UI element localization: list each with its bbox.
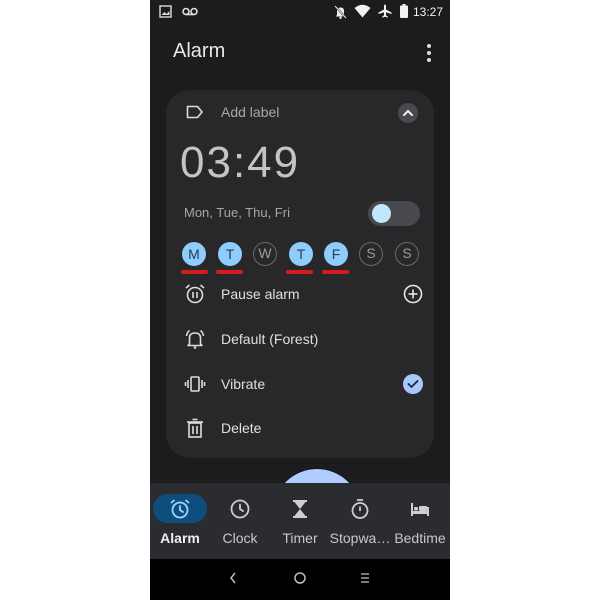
delete-label: Delete	[221, 420, 262, 436]
tab-stopwatch[interactable]: Stopwa…	[330, 493, 390, 553]
toggle-knob	[372, 204, 391, 223]
hourglass-icon	[293, 500, 307, 518]
alarm-icon	[170, 499, 190, 519]
alarm-card[interactable]: Add label 03:49 Mon, Tue, Thu, Fri M T W…	[166, 90, 434, 558]
day-friday[interactable]: F	[324, 242, 348, 266]
tab-alarm[interactable]: Alarm	[150, 493, 210, 553]
vibrate-option[interactable]: Vibrate	[184, 372, 424, 396]
annotation-underline-friday	[322, 270, 349, 274]
delete-option[interactable]: Delete	[184, 416, 424, 440]
bed-icon	[411, 503, 429, 516]
alarm-time[interactable]: 03:49	[180, 138, 300, 188]
annotation-underline-monday	[181, 270, 208, 274]
day-thursday[interactable]: T	[289, 242, 313, 266]
collapse-button[interactable]	[398, 103, 418, 123]
home-icon[interactable]	[293, 571, 307, 585]
add-circle-icon[interactable]	[402, 283, 424, 305]
annotation-underline-tuesday	[216, 270, 243, 274]
page-title: Alarm	[173, 40, 226, 62]
recents-icon[interactable]	[359, 571, 371, 585]
back-icon[interactable]	[228, 571, 238, 585]
label-placeholder: Add label	[221, 104, 280, 120]
chevron-up-icon	[403, 109, 413, 116]
wifi-icon	[354, 4, 371, 18]
repeat-summary: Mon, Tue, Thu, Fri	[184, 205, 290, 220]
add-label-button[interactable]: Add label	[186, 102, 416, 124]
pause-alarm-label: Pause alarm	[221, 286, 300, 302]
phone-screen: 13:27 Alarm Add label 03:49 Mon, Tue, Th…	[150, 0, 450, 600]
trash-icon	[187, 418, 203, 438]
vibrate-label: Vibrate	[221, 376, 266, 392]
pause-alarm-option[interactable]: Pause alarm	[184, 282, 424, 306]
day-monday[interactable]: M	[182, 242, 206, 266]
more-options-button[interactable]	[422, 43, 436, 63]
label-icon	[186, 105, 203, 119]
battery-icon	[400, 4, 408, 18]
tab-bedtime[interactable]: Bedtime	[390, 493, 450, 553]
day-sunday[interactable]: S	[395, 242, 419, 266]
day-tuesday[interactable]: T	[218, 242, 242, 266]
tab-timer[interactable]: Timer	[270, 493, 330, 553]
status-time: 13:27	[412, 5, 443, 19]
bottom-navigation: Alarm Clock Timer Stopwa… Bedtime	[150, 483, 450, 559]
clock-icon	[230, 499, 250, 519]
stopwatch-icon	[351, 499, 369, 519]
vibrate-checkbox[interactable]	[402, 373, 424, 395]
annotation-underline-thursday	[286, 270, 313, 274]
day-selector: M T W T F S S	[182, 242, 422, 266]
image-icon	[159, 5, 172, 18]
tab-clock[interactable]: Clock	[210, 493, 270, 553]
vibrate-icon	[184, 376, 206, 392]
day-wednesday[interactable]: W	[253, 242, 277, 266]
voicemail-icon	[182, 7, 198, 16]
tab-bedtime-label: Bedtime	[394, 530, 446, 546]
more-vert-icon	[427, 44, 431, 48]
system-navigation-bar	[150, 559, 450, 600]
airplane-mode-icon	[378, 4, 392, 18]
day-saturday[interactable]: S	[359, 242, 383, 266]
ringtone-option[interactable]: Default (Forest)	[184, 327, 424, 351]
ringtone-label: Default (Forest)	[221, 331, 319, 347]
status-bar: 13:27	[150, 0, 450, 24]
alarm-toggle[interactable]	[368, 201, 420, 226]
bell-off-icon	[334, 5, 347, 19]
bell-icon	[185, 329, 205, 349]
alarm-pause-icon	[185, 284, 205, 304]
